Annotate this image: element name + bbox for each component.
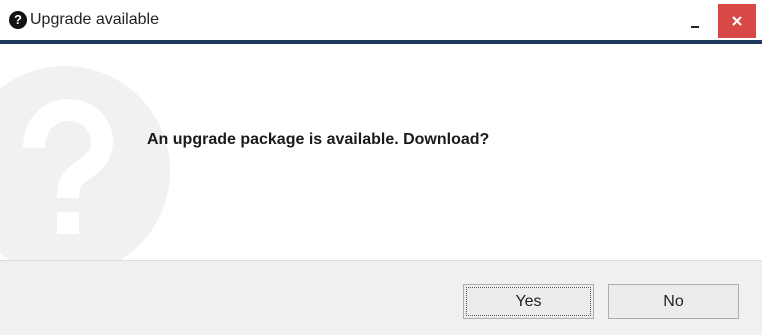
minimize-icon	[691, 26, 699, 28]
question-circle-icon: ?	[9, 11, 27, 29]
title-bar[interactable]: ? Upgrade available	[0, 0, 762, 40]
no-button-label: No	[663, 293, 684, 310]
close-icon	[732, 16, 742, 26]
yes-button-label: Yes	[515, 293, 542, 310]
yes-button[interactable]: Yes	[463, 284, 594, 319]
no-button[interactable]: No	[608, 284, 739, 319]
button-bar: Yes No	[0, 260, 762, 335]
dialog-body: An upgrade package is available. Downloa…	[0, 44, 762, 260]
minimize-button[interactable]	[680, 6, 710, 36]
dialog-message: An upgrade package is available. Downloa…	[147, 131, 490, 148]
window-title: Upgrade available	[30, 11, 159, 28]
upgrade-dialog: ? Upgrade available An upgrade package i…	[0, 0, 762, 335]
close-button[interactable]	[718, 4, 756, 38]
question-mark-watermark-icon	[0, 66, 170, 260]
